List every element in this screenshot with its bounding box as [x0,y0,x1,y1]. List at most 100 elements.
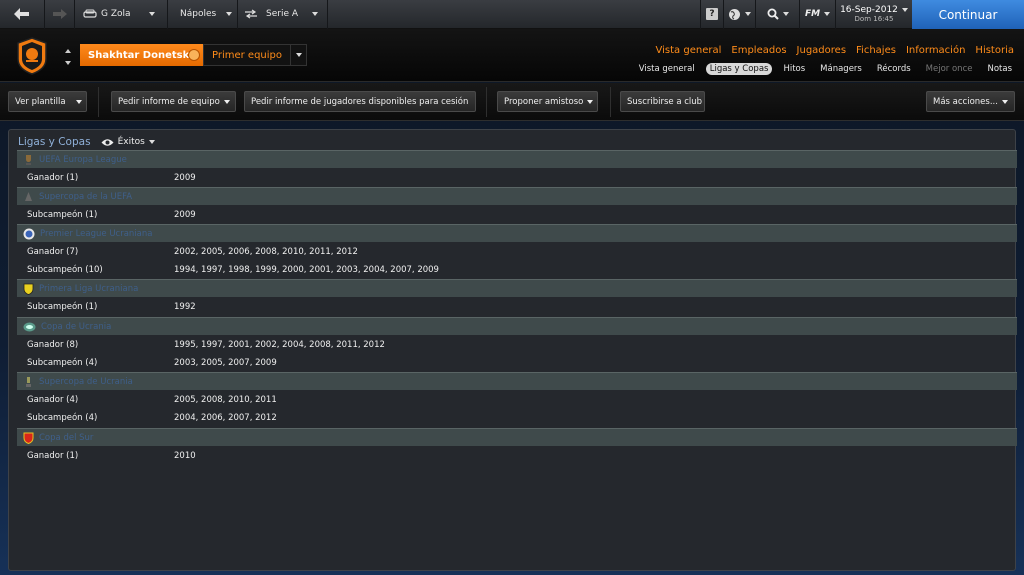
manager-menu[interactable]: G Zola [75,0,168,29]
help-button[interactable]: ? [700,0,724,29]
suscribirse-button[interactable]: Suscribirse a club [620,91,705,112]
competition-header[interactable]: UEFA Europa League [17,150,1017,168]
pedir-informe-jugadores-label: Pedir informe de jugadores disponibles p… [251,96,469,107]
pedir-informe-jugadores-button[interactable]: Pedir informe de jugadores disponibles p… [244,91,476,112]
world-menu[interactable] [724,0,756,29]
current-time: Dom 16:45 [854,15,894,23]
table-row: Ganador (7) 2002, 2005, 2006, 2008, 2010… [27,243,1017,261]
shield-icon [23,283,34,295]
chevron-down-icon [295,53,302,57]
club-dropdown-icon[interactable] [188,49,200,61]
competition-header[interactable]: Copa de Ucrania [17,317,1017,335]
continue-button[interactable]: Continuar [912,0,1024,29]
subnav-notas[interactable]: Notas [983,63,1016,75]
nav-empleados[interactable]: Empleados [731,45,786,56]
transfer-arrows-icon [245,9,257,19]
team-selector[interactable]: Primer equipo [203,44,307,66]
icon-fill [26,154,31,162]
chevron-down-icon [745,12,751,16]
chevron-down-icon [901,8,908,12]
main-nav: Vista general Empleados Jugadores Fichaj… [646,45,1014,56]
result-years: 1992 [174,302,196,312]
subnav-mejor-once: Mejor once [925,64,973,74]
trophy-icon [25,191,32,201]
mas-acciones-button[interactable]: Más acciones... [926,91,1015,112]
honours-panel: Ligas y Copas Éxitos UEFA Europa League … [8,129,1017,571]
competition-header[interactable]: Supercopa de la UEFA [17,187,1017,205]
result-label: Subcampeón (4) [27,358,98,368]
pedir-informe-equipo-button[interactable]: Pedir informe de equipo [111,91,236,112]
filter-label: Éxitos [117,137,145,147]
search-menu[interactable] [756,0,800,29]
competition-name: Supercopa de la UEFA [39,191,133,202]
panel-header: Ligas y Copas Éxitos [18,136,155,148]
nav-vista-general[interactable]: Vista general [656,45,722,56]
subnav-records[interactable]: Récords [873,63,915,75]
forward-button[interactable] [45,0,75,29]
proponer-amistoso-button[interactable]: Proponer amistoso [497,91,598,112]
table-row: Subcampeón (1) 1992 [27,298,1017,316]
result-years: 2009 [174,210,196,220]
table-row: Subcampeón (4) 2003, 2005, 2007, 2009 [27,354,1017,372]
competition-header[interactable]: Premier League Ucraniana [17,224,1017,242]
trophy-icon [26,154,31,165]
club-link-menu[interactable]: Nápoles [168,0,238,29]
ver-plantilla-label: Ver plantilla [15,96,66,107]
club-name-selector[interactable]: Shakhtar Donetsk [80,44,203,66]
subnav-hitos[interactable]: Hitos [779,63,809,75]
competition-name: Premier League Ucraniana [40,228,153,239]
chevron-down-icon [782,12,789,16]
league-link: Serie A [266,9,299,19]
result-years: 1995, 1997, 2001, 2002, 2004, 2008, 2011… [174,340,385,350]
mas-acciones-label: Más acciones... [933,96,998,107]
nav-jugadores[interactable]: Jugadores [797,45,846,56]
suscribirse-label: Suscribirse a club [627,96,703,107]
subnav-ligas-y-copas[interactable]: Ligas y Copas [705,63,773,75]
nav-informacion[interactable]: Información [906,45,965,56]
club-crest-icon [17,37,47,75]
pedir-informe-equipo-label: Pedir informe de equipo [118,96,220,107]
nav-fichajes[interactable]: Fichajes [856,45,896,56]
table-row: Ganador (8) 1995, 1997, 2001, 2002, 2004… [27,336,1017,354]
club-name: Shakhtar Donetsk [88,49,190,61]
date-display[interactable]: 16-Sep-2012 Dom 16:45 [838,0,910,29]
result-label: Ganador (7) [27,247,79,257]
result-years: 1994, 1997, 1998, 1999, 2000, 2001, 2003… [174,265,439,275]
result-years: 2005, 2008, 2010, 2011 [174,395,277,405]
competition-header[interactable]: Copa del Sur [17,428,1017,446]
divider [486,87,487,117]
result-label: Ganador (4) [27,395,79,405]
result-label: Ganador (8) [27,340,79,350]
competition-name: Copa de Ucrania [41,321,112,332]
club-switch-arrows-icon[interactable] [63,46,73,68]
chevron-down-icon [312,12,319,16]
chevron-down-icon [75,99,82,104]
result-label: Ganador (1) [27,173,79,183]
league-logo-icon [23,228,35,239]
league-link-menu[interactable]: Serie A [238,0,328,29]
result-label: Ganador (1) [27,451,79,461]
action-bar: Ver plantilla Pedir informe de equipo Pe… [0,83,1024,121]
result-label: Subcampeón (1) [27,210,98,220]
sub-nav: Vista general Ligas y Copas Hitos Mánage… [628,63,1016,75]
chevron-down-icon [1001,99,1008,104]
back-arrow-icon [14,8,29,20]
proponer-amistoso-label: Proponer amistoso [504,96,584,107]
fm-icon: FM [804,9,821,19]
subnav-managers[interactable]: Mánagers [816,63,866,75]
ver-plantilla-button[interactable]: Ver plantilla [8,91,87,112]
trophy-icon [26,376,31,387]
competition-header[interactable]: Supercopa de Ucrania [17,372,1017,390]
subnav-vista-general[interactable]: Vista general [635,63,699,75]
panel-title: Ligas y Copas [18,136,91,148]
back-button[interactable] [0,0,45,29]
team-dropdown[interactable] [290,45,306,65]
fm-menu[interactable]: FM [800,0,836,29]
chevron-down-icon [226,12,233,16]
filter-dropdown[interactable]: Éxitos [101,137,155,147]
chevron-down-icon [824,12,831,16]
nav-historia[interactable]: Historia [975,45,1014,56]
eye-icon [101,138,114,146]
competition-header[interactable]: Primera Liga Ucraniana [17,279,1017,297]
result-label: Subcampeón (1) [27,302,98,312]
